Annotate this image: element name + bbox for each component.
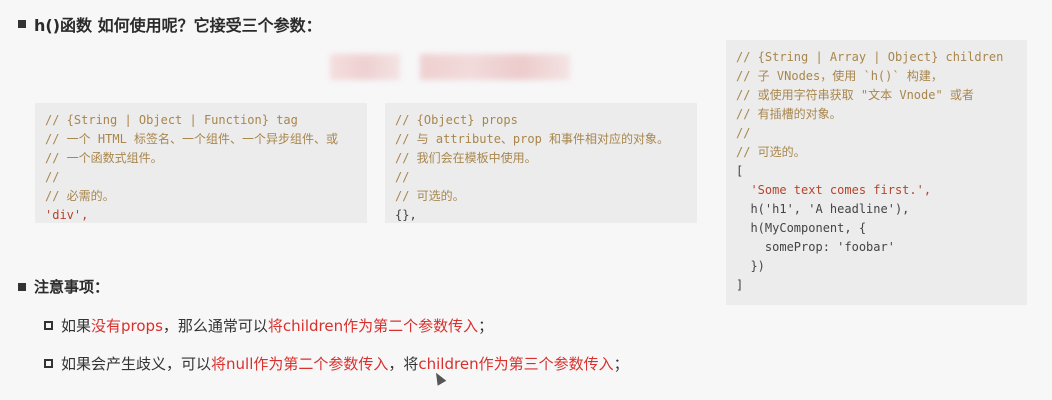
code-block-children: // {String | Array | Object} children // …	[726, 40, 1027, 305]
code-line: })	[736, 259, 765, 273]
code-line: // {String | Array | Object} children	[736, 50, 1004, 64]
note-plain-text: ，将	[388, 355, 419, 373]
code-line: 'Some text comes first.',	[736, 183, 932, 197]
code-line: // 子 VNodes，使用 `h()` 构建，	[736, 69, 943, 83]
code-line: // 有插槽的对象。	[736, 107, 842, 121]
code-line: h(MyComponent, {	[736, 221, 867, 235]
square-bullet-icon	[18, 282, 26, 291]
hollow-square-bullet-icon	[44, 359, 53, 368]
notes-title: 注意事项：	[18, 276, 109, 297]
notes-title-text: 注意事项：	[34, 278, 110, 296]
note-plain-text: ；	[613, 355, 629, 373]
code-line: // 可选的。	[736, 145, 806, 159]
code-line: someProp: 'foobar'	[736, 240, 895, 254]
code-line: // 或使用字符串获取 "文本 Vnode" 或者	[736, 88, 974, 102]
note-plain-text: 如果	[61, 317, 92, 335]
note-item: 如果没有props，那么通常可以将children作为第二个参数传入；	[44, 315, 493, 336]
hollow-square-bullet-icon	[44, 321, 53, 330]
code-line: //	[736, 126, 751, 140]
code-line: // 我们会在模板中使用。	[395, 151, 537, 165]
code-block-props: // {Object} props // 与 attribute、prop 和事件…	[385, 103, 697, 223]
note-highlight-text: 将null作为第二个参数传入	[211, 355, 389, 373]
code-line: //	[45, 170, 60, 184]
code-line: // 必需的。	[45, 189, 115, 203]
code-line: // 可选的。	[395, 189, 465, 203]
code-line: [	[736, 164, 744, 178]
heading-text: h()函数 如何使用呢？它接受三个参数：	[34, 16, 322, 35]
blurred-region	[330, 54, 400, 80]
code-line: // {Object} props	[395, 113, 518, 127]
code-line: // 与 attribute、prop 和事件相对应的对象。	[395, 132, 670, 146]
note-highlight-text: 将children作为第二个参数传入	[267, 317, 479, 335]
note-plain-text: ；	[478, 317, 494, 335]
square-bullet-icon	[18, 20, 26, 28]
note-item: 如果会产生歧义，可以将null作为第二个参数传入，将children作为第三个参…	[44, 353, 629, 374]
code-line: h('h1', 'A headline'),	[736, 202, 910, 216]
code-line: //	[395, 170, 410, 184]
note-text: 如果没有props，那么通常可以将children作为第二个参数传入；	[61, 315, 493, 336]
page-heading: h()函数 如何使用呢？它接受三个参数：	[18, 12, 322, 36]
blurred-region	[420, 54, 570, 80]
code-line: {},	[395, 208, 417, 222]
note-plain-text: ，那么通常可以	[162, 317, 268, 335]
note-highlight-text: children作为第三个参数传入	[418, 355, 614, 373]
note-highlight-text: 没有props	[91, 317, 163, 335]
code-line: // 一个 HTML 标签名、一个组件、一个异步组件、或	[45, 132, 339, 146]
code-line: // 一个函数式组件。	[45, 151, 163, 165]
code-line: ]	[736, 278, 744, 292]
code-block-tag: // {String | Object | Function} tag // 一个…	[35, 103, 367, 223]
code-line: 'div',	[45, 208, 89, 222]
note-text: 如果会产生歧义，可以将null作为第二个参数传入，将children作为第三个参…	[61, 353, 629, 374]
code-line: // {String | Object | Function} tag	[45, 113, 298, 127]
note-plain-text: 如果会产生歧义，可以	[61, 355, 212, 373]
